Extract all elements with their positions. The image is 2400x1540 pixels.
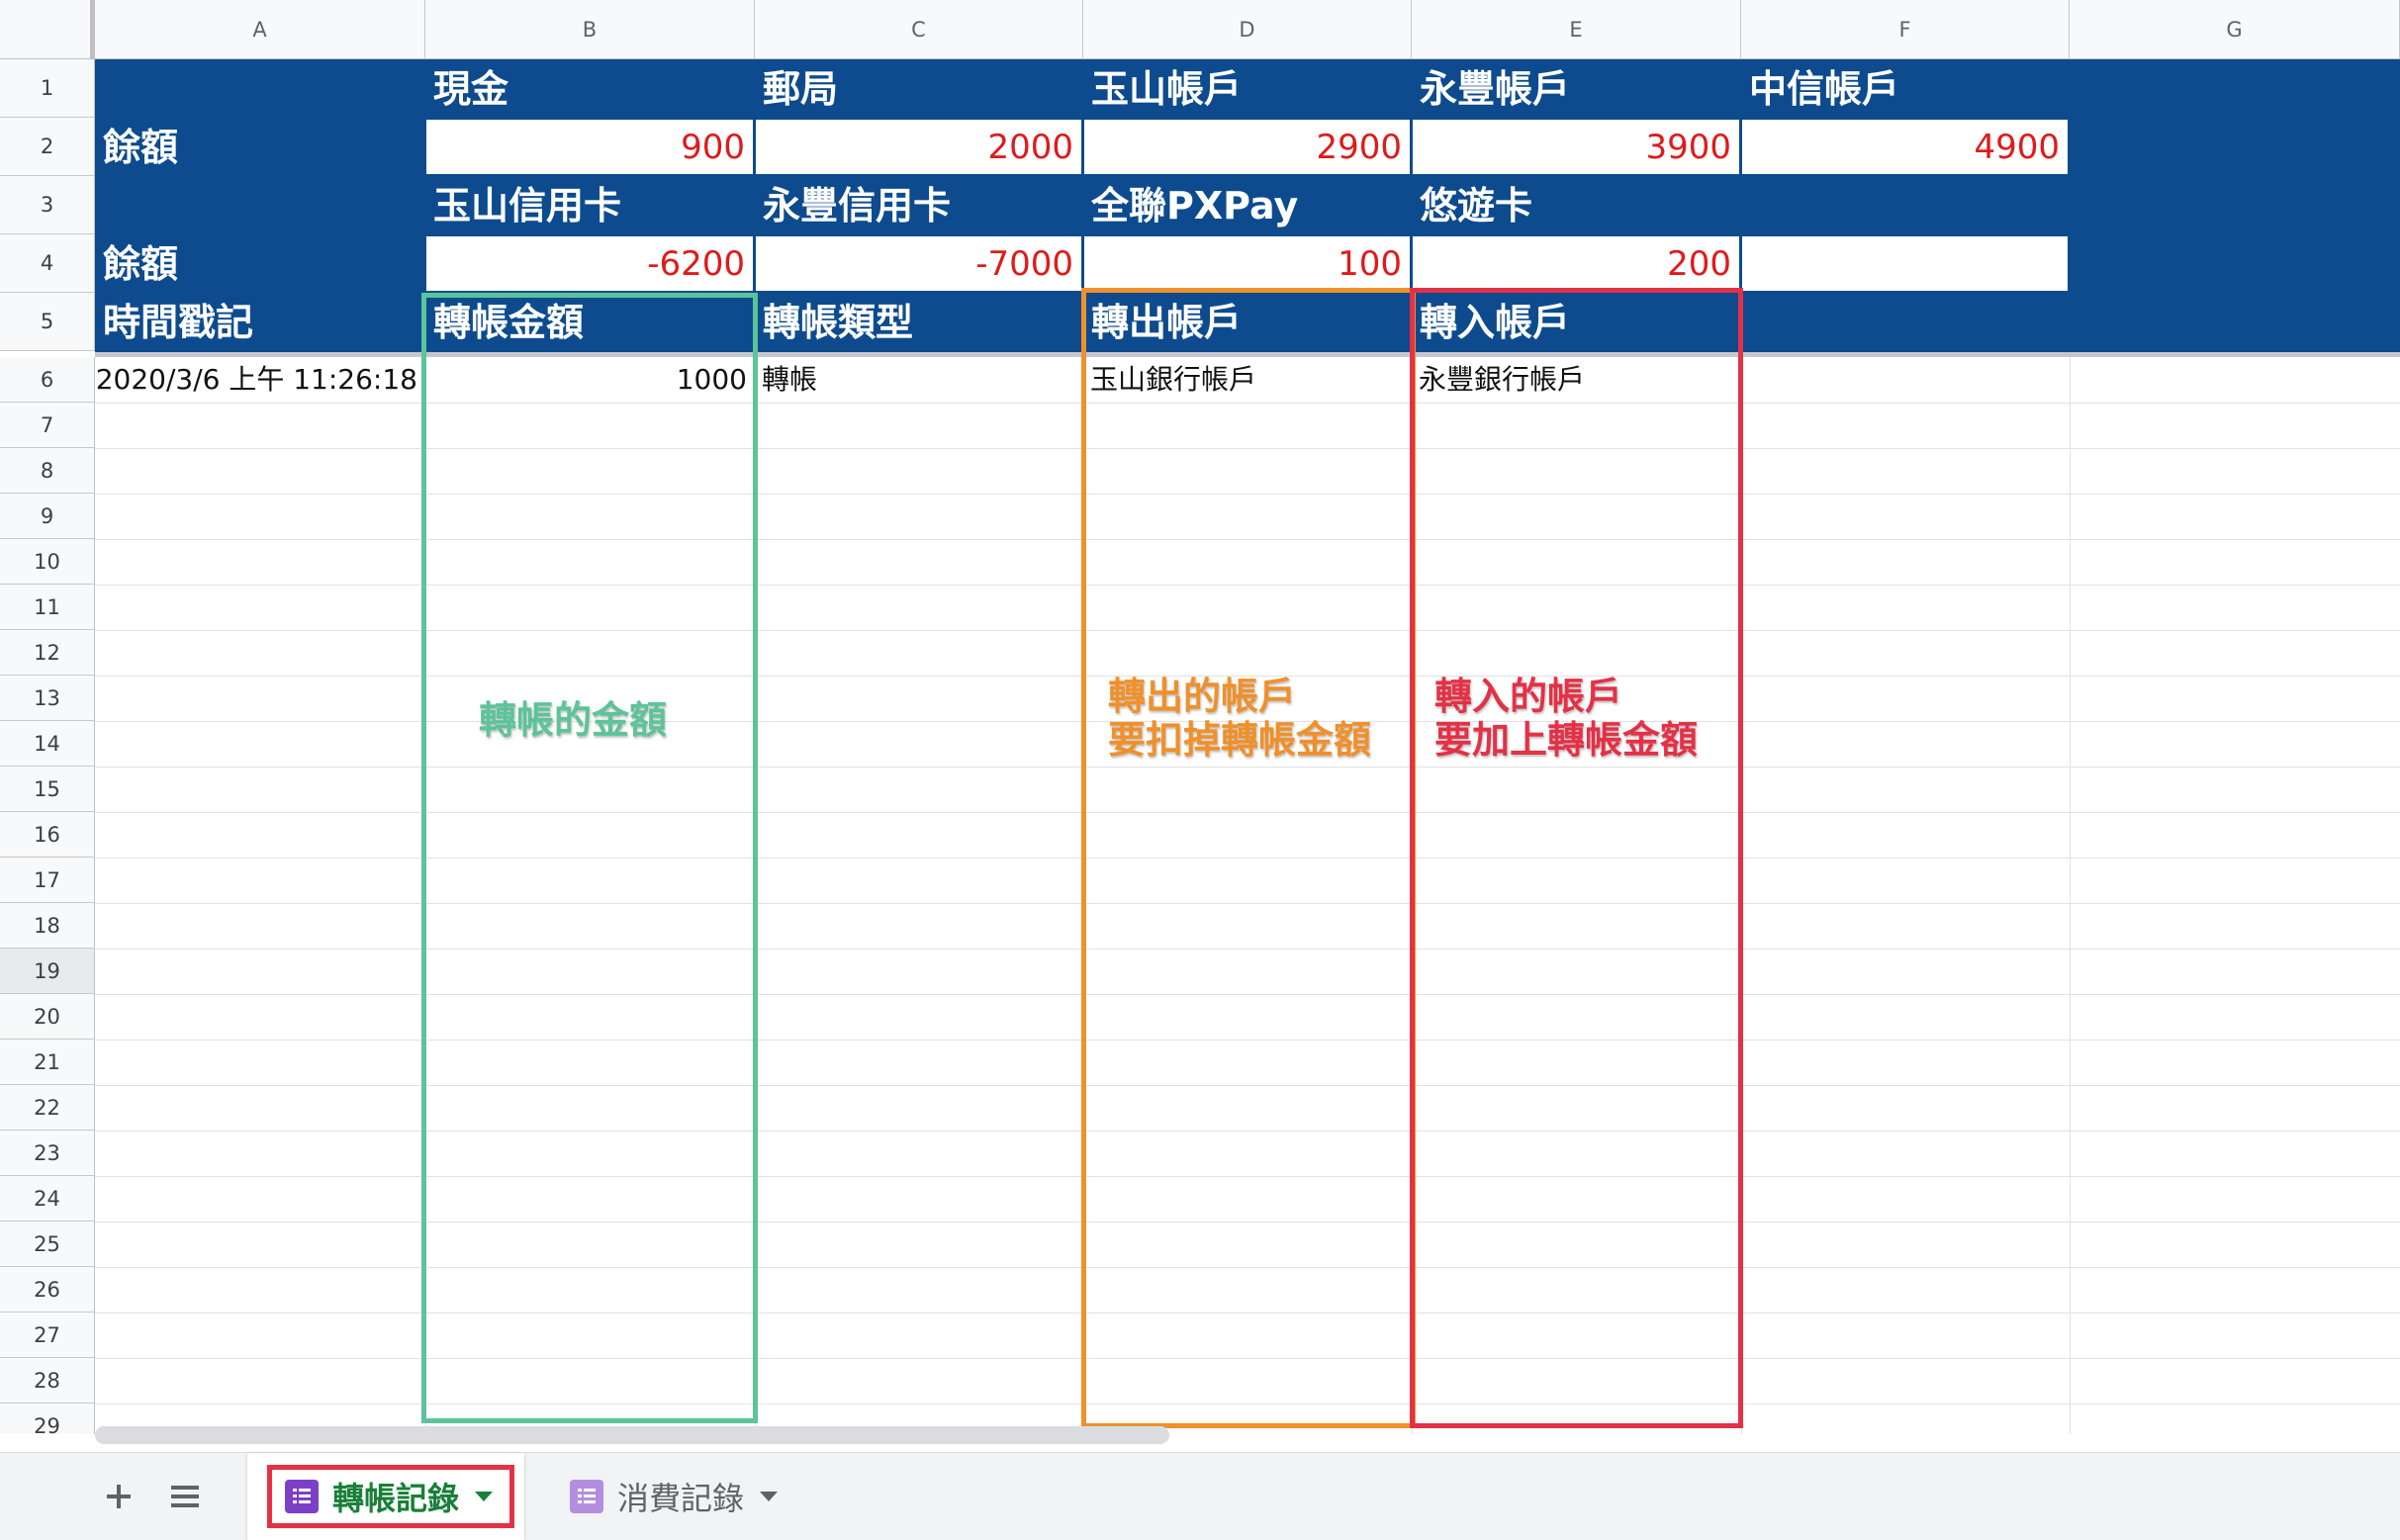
row-header[interactable]: 14 xyxy=(0,721,95,767)
row-header[interactable]: 6 xyxy=(0,357,95,403)
row-header[interactable]: 22 xyxy=(0,1085,95,1131)
account-name-pxpay[interactable]: 全聯PXPay xyxy=(1091,177,1298,234)
balance-value: 2900 xyxy=(1316,128,1402,167)
active-tab-highlight xyxy=(267,1465,514,1528)
balance-value: 100 xyxy=(1338,244,1402,284)
balance-value: -6200 xyxy=(647,244,745,284)
cell-type[interactable]: 轉帳 xyxy=(762,357,817,403)
row-header[interactable]: 23 xyxy=(0,1131,95,1176)
to-annotation-line2: 要加上轉帳金額 xyxy=(1434,718,1699,762)
sheet-tab-transfer[interactable]: 轉帳記錄 xyxy=(247,1453,524,1540)
column-header-c[interactable]: C xyxy=(755,0,1083,59)
balance-label[interactable]: 餘額 xyxy=(103,235,178,293)
balance-value: 2000 xyxy=(987,128,1073,167)
horizontal-scrollbar[interactable] xyxy=(95,1426,1169,1444)
balance-value: 900 xyxy=(681,128,745,167)
all-sheets-button[interactable] xyxy=(161,1473,209,1520)
amount-column-highlight xyxy=(421,293,758,1423)
sheet-tab-label: 消費記錄 xyxy=(617,1480,745,1517)
column-header-d[interactable]: D xyxy=(1083,0,1412,59)
balance-cell[interactable] xyxy=(1742,236,2068,291)
form-list-icon xyxy=(578,1489,596,1503)
balance-label[interactable]: 餘額 xyxy=(103,119,178,176)
sheet-icon xyxy=(570,1480,603,1513)
account-name-sinopac[interactable]: 永豐帳戶 xyxy=(1420,60,1570,118)
row-header-selected[interactable]: 19 xyxy=(0,949,95,994)
row-header[interactable]: 8 xyxy=(0,448,95,494)
balance-value: -7000 xyxy=(975,244,1073,284)
row-header[interactable]: 1 xyxy=(0,59,95,118)
spreadsheet-grid: A B C D E F G 1 2 3 4 5 6 7 8 9 10 11 12… xyxy=(0,0,2400,1434)
row-header[interactable]: 2 xyxy=(0,118,95,176)
row-header[interactable]: 25 xyxy=(0,1222,95,1267)
account-name-cash[interactable]: 現金 xyxy=(433,60,508,118)
row-header[interactable]: 13 xyxy=(0,676,95,721)
list-icon xyxy=(171,1486,199,1507)
row-header[interactable]: 9 xyxy=(0,494,95,539)
column-header-g[interactable]: G xyxy=(2070,0,2400,59)
to-column-highlight xyxy=(1410,288,1743,1428)
row-header[interactable]: 24 xyxy=(0,1176,95,1222)
row-header[interactable]: 12 xyxy=(0,630,95,676)
sheet-tab-expense[interactable]: 消費記錄 xyxy=(554,1453,811,1540)
balance-value: 4900 xyxy=(1974,128,2060,167)
row-header[interactable]: 10 xyxy=(0,539,95,585)
select-all-corner[interactable] xyxy=(0,0,95,59)
row-header[interactable]: 18 xyxy=(0,903,95,949)
column-header-a[interactable]: A xyxy=(95,0,425,59)
column-header-b[interactable]: B xyxy=(425,0,755,59)
add-sheet-button[interactable] xyxy=(95,1473,142,1520)
account-name-easycard[interactable]: 悠遊卡 xyxy=(1420,177,1532,234)
account-name-ctbc[interactable]: 中信帳戶 xyxy=(1749,60,1899,118)
row-header[interactable]: 29 xyxy=(0,1404,95,1434)
row-header[interactable]: 28 xyxy=(0,1358,95,1404)
from-column-highlight xyxy=(1081,288,1416,1428)
balance-value: 200 xyxy=(1667,244,1731,284)
grid-line xyxy=(2070,357,2071,1434)
row-header[interactable]: 7 xyxy=(0,403,95,448)
account-name-esun[interactable]: 玉山帳戶 xyxy=(1091,60,1242,118)
row-header[interactable]: 15 xyxy=(0,767,95,812)
row-header[interactable]: 16 xyxy=(0,812,95,858)
balance-value: 3900 xyxy=(1645,128,1731,167)
row-header[interactable]: 20 xyxy=(0,994,95,1040)
cell-timestamp[interactable]: 2020/3/6 上午 11:26:18 xyxy=(95,357,417,403)
column-header-e[interactable]: E xyxy=(1412,0,1741,59)
row-header[interactable]: 27 xyxy=(0,1313,95,1358)
from-annotation-line1: 轉出的帳戶 xyxy=(1108,675,1297,718)
account-name-esun-credit[interactable]: 玉山信用卡 xyxy=(433,177,621,234)
row-header[interactable]: 4 xyxy=(0,234,95,293)
row-header[interactable]: 21 xyxy=(0,1040,95,1085)
chevron-down-icon[interactable] xyxy=(760,1492,779,1501)
plus-icon xyxy=(107,1485,131,1508)
header-timestamp[interactable]: 時間戳記 xyxy=(103,294,253,351)
row-header[interactable]: 5 xyxy=(0,293,95,351)
row-header[interactable]: 17 xyxy=(0,858,95,903)
account-name-sinopac-credit[interactable]: 永豐信用卡 xyxy=(763,177,951,234)
from-annotation-line2: 要扣掉轉帳金額 xyxy=(1108,718,1372,762)
account-name-post[interactable]: 郵局 xyxy=(763,60,838,118)
row-header[interactable]: 11 xyxy=(0,585,95,630)
column-header-f[interactable]: F xyxy=(1741,0,2070,59)
to-annotation-line1: 轉入的帳戶 xyxy=(1434,675,1623,718)
row-header[interactable]: 3 xyxy=(0,176,95,234)
sheet-tab-bar: 轉帳記錄 消費記錄 xyxy=(0,1452,2400,1540)
amount-annotation: 轉帳的金額 xyxy=(479,698,668,742)
row-header[interactable]: 26 xyxy=(0,1267,95,1313)
header-type[interactable]: 轉帳類型 xyxy=(763,294,913,351)
